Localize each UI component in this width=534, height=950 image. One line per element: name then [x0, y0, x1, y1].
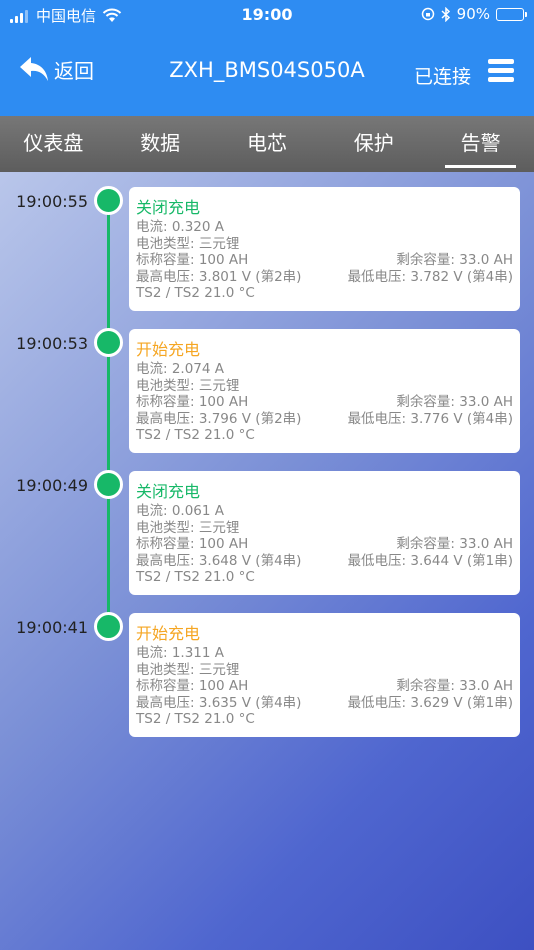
current-value: 电流: 0.061 A: [136, 503, 225, 519]
remaining-capacity: 剩余容量: 33.0 AH: [396, 394, 513, 410]
nominal-capacity: 标称容量: 100 AH: [136, 536, 249, 552]
remaining-capacity: 剩余容量: 33.0 AH: [396, 536, 513, 552]
tab-dashboard[interactable]: 仪表盘: [0, 116, 107, 172]
alarm-time: 19:00:53: [16, 334, 88, 353]
temperature: TS2 / TS2 21.0 °C: [136, 427, 255, 443]
max-voltage: 最高电压: 3.801 V (第2串): [136, 268, 302, 285]
tab-cells[interactable]: 电芯: [214, 116, 321, 172]
alarm-card[interactable]: 关闭充电 电流: 0.320 A 电池类型: 三元锂 标称容量: 100 AH 剩…: [129, 187, 520, 311]
tab-bar: 仪表盘 数据 电芯 保护 告警: [0, 116, 534, 172]
alarm-card[interactable]: 开始充电 电流: 1.311 A 电池类型: 三元锂 标称容量: 100 AH 剩…: [129, 613, 520, 737]
connection-status: 已连接: [413, 66, 471, 88]
battery-icon: [496, 7, 527, 21]
menu-button[interactable]: [488, 59, 514, 83]
min-voltage: 最低电压: 3.644 V (第1串): [347, 552, 513, 569]
current-value: 电流: 1.311 A: [136, 645, 225, 661]
timeline-dot: [94, 186, 123, 215]
min-voltage: 最低电压: 3.776 V (第4串): [347, 410, 513, 427]
remaining-capacity: 剩余容量: 33.0 AH: [396, 252, 513, 268]
max-voltage: 最高电压: 3.648 V (第4串): [136, 552, 302, 569]
battery-type: 电池类型: 三元锂: [136, 519, 240, 536]
alarm-event: 关闭充电: [136, 198, 201, 217]
remaining-capacity: 剩余容量: 33.0 AH: [396, 678, 513, 694]
nominal-capacity: 标称容量: 100 AH: [136, 394, 249, 410]
current-value: 电流: 2.074 A: [136, 361, 225, 377]
menu-icon-bar: [488, 59, 514, 64]
temperature: TS2 / TS2 21.0 °C: [136, 711, 255, 727]
nominal-capacity: 标称容量: 100 AH: [136, 252, 249, 268]
alarm-entry: 19:00:55 关闭充电 电流: 0.320 A 电池类型: 三元锂 标称容量…: [0, 172, 534, 311]
min-voltage: 最低电压: 3.782 V (第4串): [347, 268, 513, 285]
min-voltage: 最低电压: 3.629 V (第1串): [347, 694, 513, 711]
alarm-entry: 19:00:53 开始充电 电流: 2.074 A 电池类型: 三元锂 标称容量…: [0, 314, 534, 453]
tab-protection[interactable]: 保护: [320, 116, 427, 172]
nominal-capacity: 标称容量: 100 AH: [136, 678, 249, 694]
tab-alarms[interactable]: 告警: [427, 116, 534, 172]
alarm-card[interactable]: 关闭充电 电流: 0.061 A 电池类型: 三元锂 标称容量: 100 AH 剩…: [129, 471, 520, 595]
timeline-dot: [94, 470, 123, 499]
current-value: 电流: 0.320 A: [136, 219, 225, 235]
status-right: 90%: [421, 5, 527, 23]
timeline-dot: [94, 328, 123, 357]
nav-bar: 返回 ZXH_BMS04S050A 已连接: [0, 30, 534, 116]
battery-type: 电池类型: 三元锂: [136, 377, 240, 394]
temperature: TS2 / TS2 21.0 °C: [136, 569, 255, 585]
alarm-event: 开始充电: [136, 340, 201, 359]
battery-percent: 90%: [456, 5, 490, 23]
timeline-dot: [94, 612, 123, 641]
orientation-lock-icon: [421, 7, 434, 21]
alarm-time: 19:00:41: [16, 618, 88, 637]
menu-icon-bar: [488, 68, 514, 73]
alarm-time: 19:00:49: [16, 476, 88, 495]
alarm-card[interactable]: 开始充电 电流: 2.074 A 电池类型: 三元锂 标称容量: 100 AH 剩…: [129, 329, 520, 453]
alarm-timeline[interactable]: 19:00:55 关闭充电 电流: 0.320 A 电池类型: 三元锂 标称容量…: [0, 172, 534, 950]
tab-data[interactable]: 数据: [107, 116, 214, 172]
bluetooth-icon: [441, 6, 450, 22]
alarm-entry: 19:00:41 开始充电 电流: 1.311 A 电池类型: 三元锂 标称容量…: [0, 598, 534, 737]
alarm-event: 关闭充电: [136, 482, 201, 501]
battery-type: 电池类型: 三元锂: [136, 235, 240, 252]
menu-icon-bar: [488, 77, 514, 82]
alarm-time: 19:00:55: [16, 192, 88, 211]
temperature: TS2 / TS2 21.0 °C: [136, 285, 255, 301]
battery-type: 电池类型: 三元锂: [136, 661, 240, 678]
max-voltage: 最高电压: 3.635 V (第4串): [136, 694, 302, 711]
alarm-entry: 19:00:49 关闭充电 电流: 0.061 A 电池类型: 三元锂 标称容量…: [0, 456, 534, 595]
max-voltage: 最高电压: 3.796 V (第2串): [136, 410, 302, 427]
alarm-event: 开始充电: [136, 624, 201, 643]
status-bar: 中国电信 19:00 90%: [0, 0, 534, 30]
